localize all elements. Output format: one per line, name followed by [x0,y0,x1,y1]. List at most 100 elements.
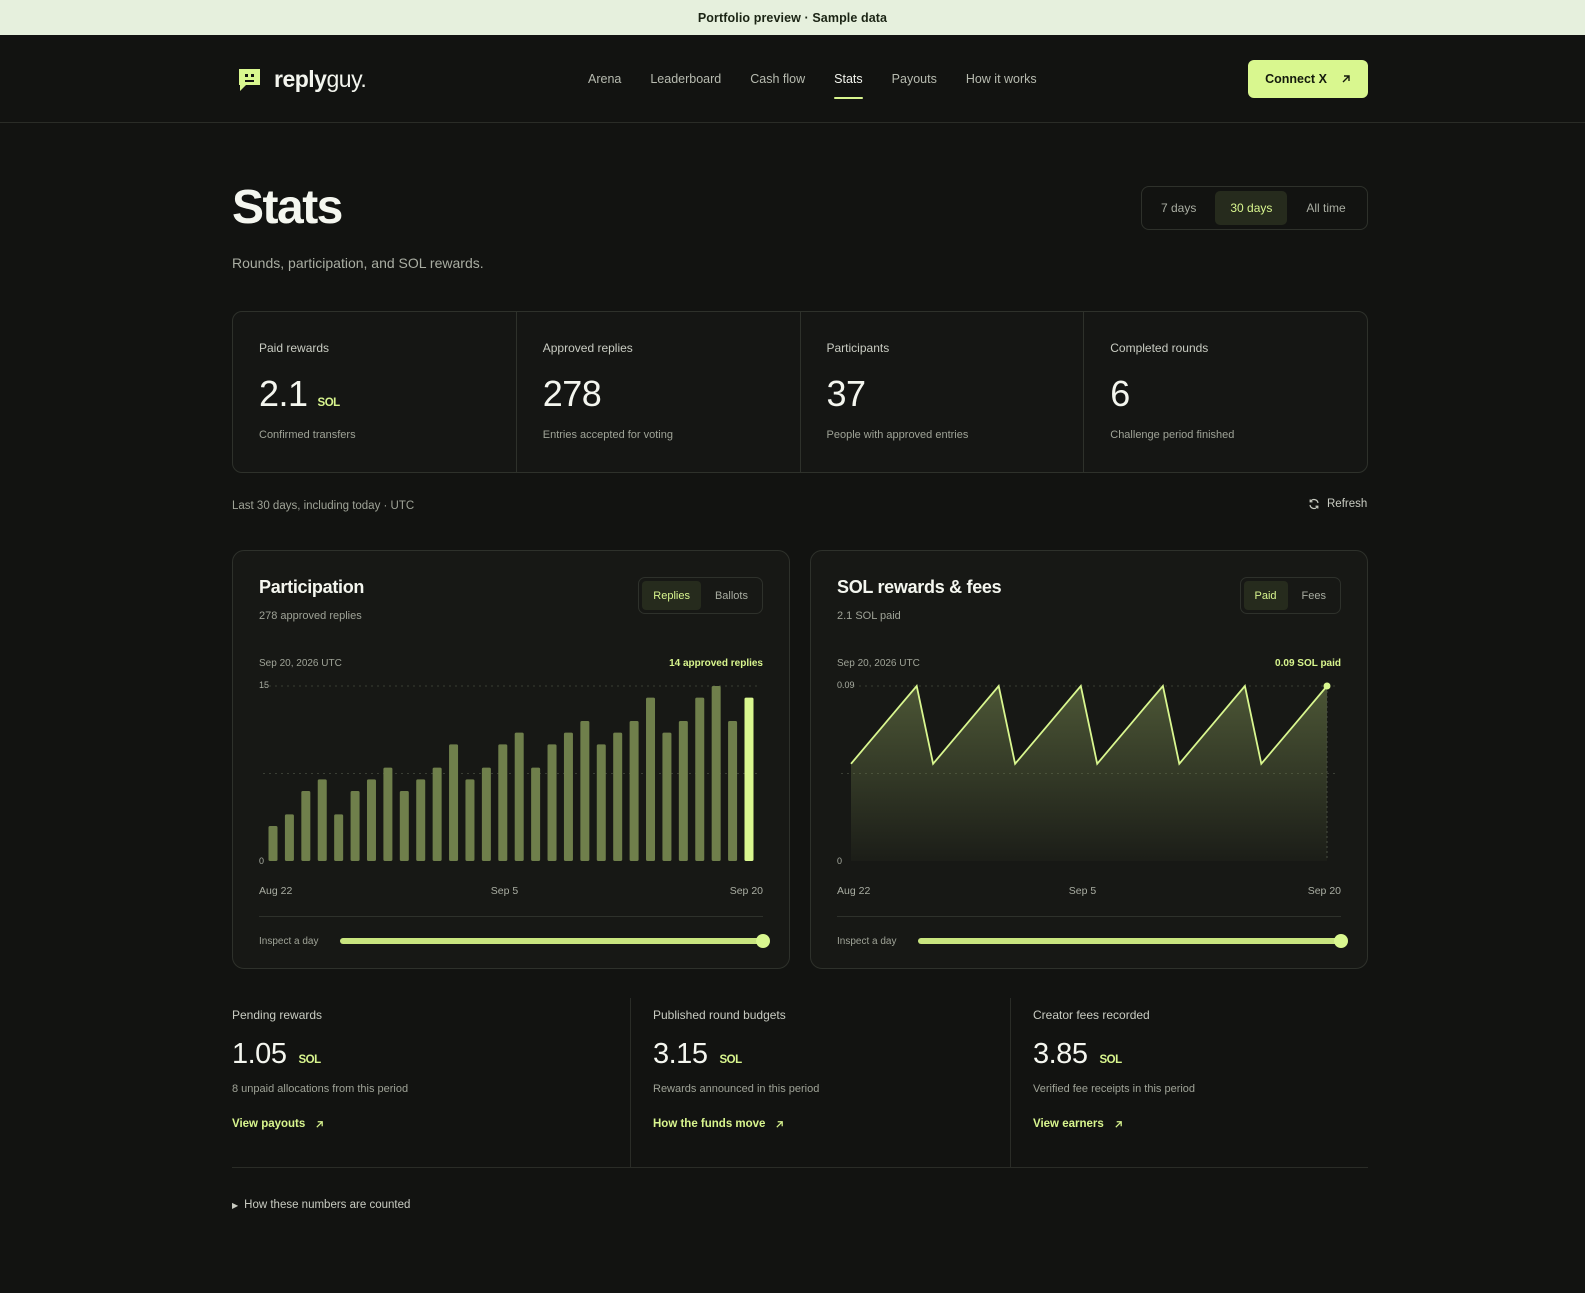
bar[interactable] [399,791,409,861]
metric-note: 8 unpaid allocations from this period [232,1083,409,1095]
slider-thumb[interactable] [1334,934,1348,948]
caret-right-icon: ▶ [232,1200,239,1210]
range-7-days[interactable]: 7 days [1146,191,1211,225]
bar[interactable] [547,744,557,861]
x-tick-label: Aug 22 [259,885,293,897]
toggle-paid[interactable]: Paid [1243,581,1288,610]
selected-date: Sep 20, 2026 UTC [259,658,342,669]
link-label: How the funds move [653,1118,766,1130]
bar[interactable] [350,791,360,861]
divider [259,916,763,917]
bar[interactable] [580,721,590,861]
bar[interactable] [613,732,623,861]
secondary-metrics: Pending rewards 1.05 SOL 8 unpaid allocatio… [232,998,1368,1168]
kpi-card: Paid rewards 2.1 SOL Confirmed transfers [233,312,517,472]
period-note: Last 30 days, including today · UTC [232,500,415,512]
bar[interactable] [284,814,294,861]
details-toggle[interactable]: ▶ How these numbers are counted [232,1199,410,1211]
bar[interactable] [514,732,524,861]
range-all-time[interactable]: All time [1291,191,1360,225]
metric-link[interactable]: View payouts [232,1118,630,1130]
bar[interactable] [432,767,442,861]
metric-number: 3.15 [653,1038,708,1070]
selected-value: 0.09 SOL paid [1275,658,1341,669]
page-title: Stats [232,181,343,234]
preview-banner: Portfolio preview · Sample data [0,0,1585,35]
nav-leaderboard[interactable]: Leaderboard [650,35,721,123]
bar[interactable] [728,721,738,861]
bar[interactable] [646,697,656,861]
bar[interactable] [383,767,393,861]
bar[interactable] [481,767,491,861]
arrow-up-right-icon [316,1120,324,1128]
time-range-selector: 7 days 30 days All time [1141,186,1368,230]
metric-column: Published round budgets 3.15 SOL Rewards an… [630,998,1010,1167]
bar[interactable] [449,744,459,861]
bar[interactable] [662,732,672,861]
highlight-point[interactable] [1323,682,1331,690]
kpi-card: Approved replies 278 Entries accepted for … [517,312,801,472]
kpi-value: 37 [827,373,1058,415]
bar[interactable] [334,814,344,861]
bar[interactable] [301,791,311,861]
brand-logo[interactable]: replyguy. [237,66,367,93]
toggle-ballots[interactable]: Ballots [704,581,759,610]
divider [837,916,1341,917]
bar[interactable] [531,767,541,861]
y-tick-label: 0 [837,856,842,866]
metric-number: 3.85 [1033,1038,1088,1070]
bar[interactable] [498,744,508,861]
bar[interactable] [465,779,475,861]
metric-value: 1.05 SOL [232,1038,630,1071]
metric-unit: SOL [1099,1054,1122,1066]
arrow-up-right-icon [1342,75,1350,83]
inspect-label: Inspect a day [259,936,319,947]
y-tick-label: 15 [259,680,269,690]
bar[interactable] [695,697,705,861]
toggle-fees[interactable]: Fees [1291,581,1337,610]
x-tick-label: Sep 20 [729,885,763,897]
slider-thumb[interactable] [756,934,770,948]
refresh-button[interactable]: Refresh [1308,498,1367,510]
participation-bar-chart: 0 15 [259,680,759,866]
metric-column: Pending rewards 1.05 SOL 8 unpaid allocatio… [232,998,630,1167]
bar[interactable] [678,721,688,861]
nav-how-it-works[interactable]: How it works [966,35,1037,123]
day-slider[interactable] [918,934,1348,948]
kpi-note: Entries accepted for voting [542,429,673,441]
card-title: Participation [259,577,365,597]
range-30-days[interactable]: 30 days [1215,191,1288,225]
selected-value: 14 approved replies [669,658,763,669]
refresh-icon [1309,499,1319,509]
toggle-replies[interactable]: Replies [642,581,701,610]
kpi-label: Approved replies [542,341,633,355]
metric-unit: SOL [298,1054,321,1066]
nav-payouts[interactable]: Payouts [892,35,937,123]
bar[interactable] [629,721,639,861]
bar[interactable] [317,779,327,861]
bar[interactable] [596,744,606,861]
bar[interactable] [711,686,721,861]
bar[interactable] [744,697,754,861]
metric-link[interactable]: How the funds move [653,1118,1010,1130]
kpi-note: Confirmed transfers [259,429,356,441]
day-slider[interactable] [340,934,770,948]
nav-arena[interactable]: Arena [588,35,621,123]
bar[interactable] [563,732,573,861]
connect-x-button[interactable]: Connect X [1248,60,1368,98]
metric-link[interactable]: View earners [1033,1118,1368,1130]
x-tick-label: Sep 20 [1307,885,1341,897]
bar[interactable] [366,779,376,861]
link-label: View earners [1033,1118,1104,1130]
y-tick-label: 0.09 [837,680,855,690]
card-subtitle: 278 approved replies [259,610,362,622]
bar[interactable] [268,826,278,861]
nav-cash-flow[interactable]: Cash flow [750,35,805,123]
kpi-label: Completed rounds [1110,341,1209,355]
kpi-unit: SOL [317,397,341,409]
bar[interactable] [416,779,426,861]
x-tick-label: Sep 5 [490,885,519,897]
nav-stats[interactable]: Stats [834,35,863,123]
kpi-card: Completed rounds 6 Challenge period finish… [1084,312,1367,472]
kpi-number: 2.1 [259,373,308,414]
